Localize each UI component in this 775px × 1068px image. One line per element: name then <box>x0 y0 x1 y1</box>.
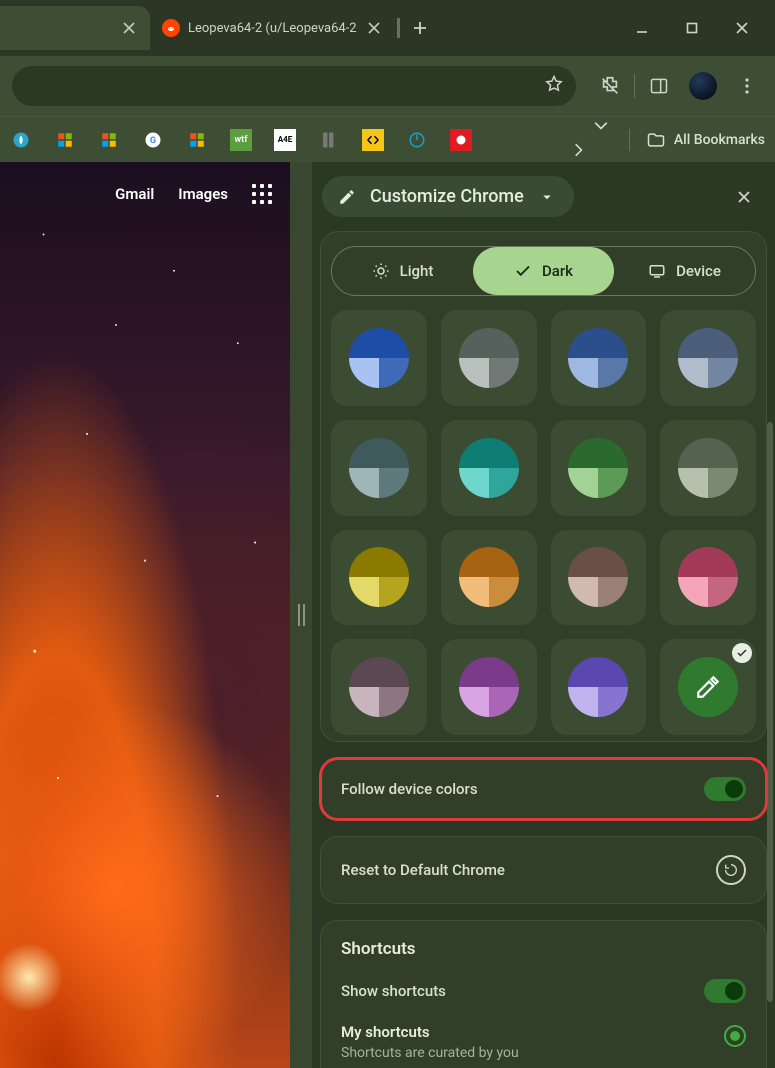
all-bookmarks-button[interactable]: All Bookmarks <box>646 130 765 150</box>
theme-mode-light[interactable]: Light <box>332 247 473 295</box>
color-swatch[interactable] <box>551 530 647 626</box>
bookmark-star-icon[interactable] <box>544 74 564 98</box>
tab-separator <box>397 18 400 38</box>
bookmark-item[interactable]: G <box>142 129 164 151</box>
follow-device-toggle[interactable] <box>704 777 746 801</box>
color-swatch[interactable] <box>660 310 756 406</box>
titlebar: Leopeva64-2 (u/Leopeva64-2 <box>0 0 775 56</box>
customize-panel: Customize Chrome Light Dark <box>312 162 775 1068</box>
bookmark-item[interactable]: A4E <box>274 129 296 151</box>
close-icon[interactable] <box>120 19 138 37</box>
maximize-button[interactable] <box>681 17 703 39</box>
sidepanel-icon[interactable] <box>639 66 679 106</box>
color-swatch[interactable] <box>660 420 756 516</box>
extensions-icon[interactable] <box>590 66 630 106</box>
toolbar <box>0 56 775 116</box>
theme-mode-device[interactable]: Device <box>614 247 755 295</box>
theme-mode-segmented: Light Dark Device <box>331 246 756 296</box>
apps-grid-icon[interactable] <box>252 184 272 204</box>
reset-default-row[interactable]: Reset to Default Chrome <box>320 836 767 904</box>
close-button[interactable] <box>731 17 753 39</box>
bookmark-item[interactable] <box>10 129 32 151</box>
theme-mode-dark[interactable]: Dark <box>473 247 614 295</box>
color-swatch[interactable] <box>660 639 756 735</box>
menu-kebab-icon[interactable] <box>727 66 767 106</box>
color-swatch[interactable] <box>441 420 537 516</box>
color-swatch[interactable] <box>441 530 537 626</box>
theme-dark-label: Dark <box>542 262 573 280</box>
tab-title: Leopeva64-2 (u/Leopeva64-2 <box>188 21 357 36</box>
images-link[interactable]: Images <box>178 185 228 203</box>
new-tab-button[interactable] <box>406 14 434 42</box>
follow-device-label: Follow device colors <box>341 780 478 798</box>
selected-check-icon <box>732 643 752 663</box>
svg-text:G: G <box>150 136 156 146</box>
appearance-card: Light Dark Device <box>320 231 767 742</box>
theme-light-label: Light <box>400 262 434 280</box>
color-swatch[interactable] <box>331 639 427 735</box>
color-swatch[interactable] <box>441 310 537 406</box>
color-swatch[interactable] <box>331 310 427 406</box>
bookmark-item[interactable] <box>98 129 120 151</box>
reset-default-label: Reset to Default Chrome <box>341 861 505 879</box>
shortcuts-heading: Shortcuts <box>341 939 746 959</box>
bookmark-item[interactable] <box>318 129 340 151</box>
color-swatch[interactable] <box>660 530 756 626</box>
all-bookmarks-label: All Bookmarks <box>674 132 765 148</box>
color-swatch[interactable] <box>441 639 537 735</box>
splitter-handle[interactable] <box>290 162 312 1068</box>
customize-dropdown[interactable]: Customize Chrome <box>322 176 574 217</box>
bookmark-item[interactable] <box>54 129 76 151</box>
bookmark-item[interactable]: wtf <box>230 129 252 151</box>
color-swatch-grid <box>331 310 756 735</box>
bookmark-item[interactable] <box>406 129 428 151</box>
theme-device-label: Device <box>676 262 721 280</box>
tab-inactive[interactable]: Leopeva64-2 (u/Leopeva64-2 <box>150 6 395 50</box>
color-swatch[interactable] <box>551 420 647 516</box>
radio-button[interactable] <box>724 1025 746 1047</box>
profile-avatar[interactable] <box>683 66 723 106</box>
reset-icon <box>716 855 746 885</box>
panel-title: Customize Chrome <box>370 186 524 207</box>
tab-active[interactable] <box>0 6 150 50</box>
bookmark-item[interactable] <box>450 129 472 151</box>
bookmark-item[interactable] <box>362 129 384 151</box>
shortcut-option[interactable]: My shortcutsShortcuts are curated by you <box>341 1013 746 1068</box>
bookmark-item[interactable] <box>186 129 208 151</box>
close-icon[interactable] <box>365 19 383 37</box>
shortcuts-card: Shortcuts Show shortcuts My shortcutsSho… <box>320 920 767 1068</box>
color-swatch[interactable] <box>331 530 427 626</box>
show-shortcuts-label: Show shortcuts <box>341 982 446 1000</box>
overflow-chevron-icon[interactable] <box>591 116 612 164</box>
new-tab-page: Gmail Images <box>0 162 290 1068</box>
panel-scrollbar[interactable] <box>767 422 773 1002</box>
color-swatch[interactable] <box>331 420 427 516</box>
color-swatch[interactable] <box>551 310 647 406</box>
follow-device-colors-row: Follow device colors <box>320 758 767 820</box>
gmail-link[interactable]: Gmail <box>115 185 154 203</box>
omnibox[interactable] <box>12 66 576 106</box>
minimize-button[interactable] <box>631 17 653 39</box>
panel-close-button[interactable] <box>727 180 761 214</box>
show-shortcuts-toggle[interactable] <box>704 979 746 1003</box>
color-swatch[interactable] <box>551 639 647 735</box>
bookmarks-bar: G wtf A4E All Bookmarks <box>0 116 775 162</box>
reddit-icon <box>162 19 180 37</box>
